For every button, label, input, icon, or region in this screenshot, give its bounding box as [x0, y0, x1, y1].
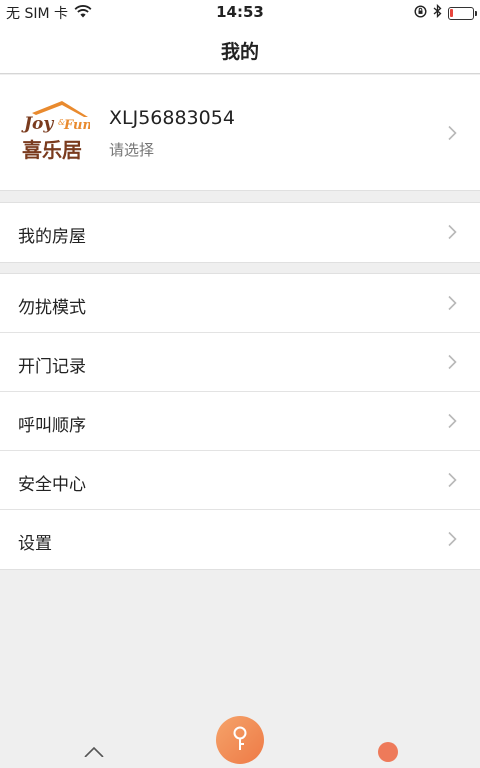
orientation-lock-icon — [414, 4, 427, 22]
svg-text:喜乐居: 喜乐居 — [22, 138, 82, 162]
chevron-right-icon — [446, 413, 458, 429]
chevron-right-icon — [446, 472, 458, 488]
menu-item-label: 呼叫顺序 — [18, 416, 86, 436]
status-bar: 无 SIM 卡 14:53 — [0, 0, 480, 24]
menu-item-label: 我的房屋 — [18, 227, 86, 247]
battery-level — [450, 8, 453, 17]
svg-text:Joy: Joy — [21, 114, 54, 134]
menu-item-settings[interactable]: 设置 — [0, 510, 480, 569]
menu-item-door-records[interactable]: 开门记录 — [0, 333, 480, 392]
nav-bar: 我的 — [0, 24, 480, 74]
svg-text:Fun: Fun — [63, 118, 90, 133]
menu-item-label: 安全中心 — [18, 475, 86, 495]
joyfun-logo: Joy & Fun 喜乐居 — [18, 99, 92, 165]
menu-item-my-house[interactable]: 我的房屋 — [0, 203, 480, 262]
menu-item-label: 设置 — [18, 534, 52, 554]
profile-tab-icon[interactable] — [378, 742, 398, 762]
profile-subtitle: 请选择 — [109, 141, 155, 159]
menu-item-do-not-disturb[interactable]: 勿扰模式 — [0, 274, 480, 333]
status-right — [414, 3, 477, 22]
menu-group-settings: 勿扰模式 开门记录 呼叫顺序 安全中心 设置 — [0, 273, 480, 570]
chevron-right-icon — [446, 125, 458, 141]
tab-bar — [0, 716, 480, 764]
menu-item-label: 勿扰模式 — [18, 298, 86, 318]
username: XLJ56883054 — [109, 107, 235, 129]
menu-item-call-order[interactable]: 呼叫顺序 — [0, 392, 480, 451]
bluetooth-icon — [433, 3, 442, 22]
menu-item-security-center[interactable]: 安全中心 — [0, 451, 480, 510]
page-title: 我的 — [220, 41, 259, 63]
menu-group-houses: 我的房屋 — [0, 202, 480, 263]
menu-item-label: 开门记录 — [18, 357, 86, 377]
profile-card[interactable]: Joy & Fun 喜乐居 XLJ56883054 请选择 — [0, 75, 480, 191]
key-icon[interactable] — [216, 716, 264, 764]
battery-icon — [448, 6, 477, 20]
chevron-right-icon — [446, 224, 458, 240]
chevron-right-icon — [446, 295, 458, 311]
chevron-right-icon — [446, 531, 458, 547]
chevron-right-icon — [446, 354, 458, 370]
status-time: 14:53 — [216, 3, 264, 21]
home-tab-icon[interactable] — [84, 742, 104, 761]
